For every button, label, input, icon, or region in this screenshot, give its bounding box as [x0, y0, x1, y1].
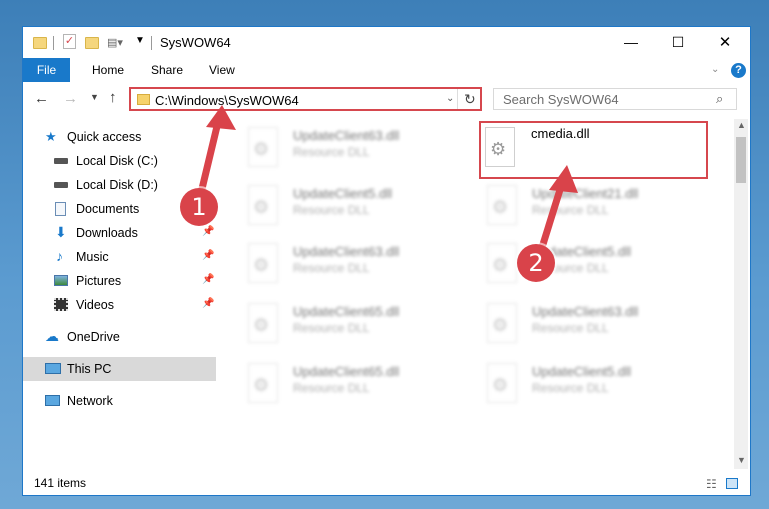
arrow-to-address-bar — [197, 114, 223, 197]
annotation-layer — [197, 105, 578, 258]
arrowhead-icon — [206, 105, 236, 130]
arrow-to-cmedia-file — [536, 176, 567, 258]
arrowhead-icon — [549, 165, 578, 193]
step-badge-2: 2 — [517, 244, 555, 282]
step-badge-1: 1 — [180, 188, 218, 226]
